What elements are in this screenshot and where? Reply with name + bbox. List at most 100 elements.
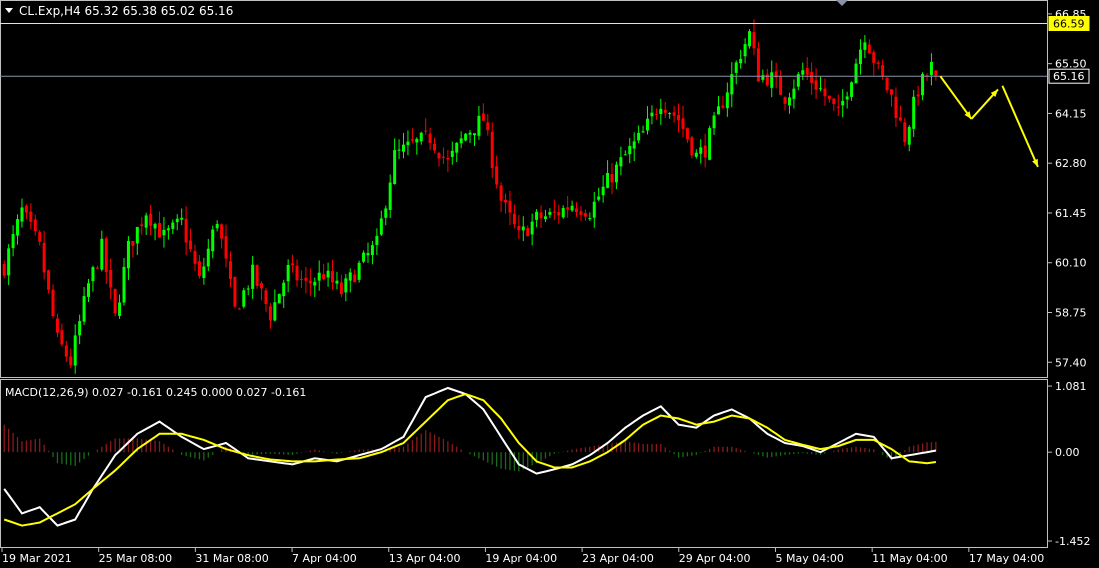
candle-bull [716, 106, 720, 115]
candle-bull [118, 302, 122, 316]
candle-bull [472, 133, 476, 136]
candle-bull [20, 207, 24, 222]
candle-bear [486, 122, 490, 131]
candle-bull [366, 253, 370, 256]
price-tick-label: 62.80 [1055, 157, 1087, 170]
candle-bull [7, 248, 11, 276]
candle-bear [504, 199, 508, 203]
candle-bull [73, 335, 77, 366]
candle-bull [637, 132, 641, 141]
candle-bear [575, 208, 579, 212]
candle-bull [641, 131, 645, 133]
candle-bull [535, 211, 539, 220]
candle-bear [331, 271, 335, 283]
candle-bear [29, 211, 33, 222]
candle-bear [55, 318, 59, 333]
candle-bull [606, 173, 610, 188]
time-tick-label: 11 May 04:00 [872, 552, 947, 565]
candle-bull [632, 141, 636, 149]
candle-bull [82, 296, 86, 322]
candle-bear [703, 145, 707, 158]
candle-bull [162, 229, 166, 236]
candle-bull [459, 138, 463, 144]
candle-bull [16, 219, 20, 236]
candle-bull [78, 321, 82, 336]
candle-bear [526, 227, 530, 237]
candle-bear [566, 207, 570, 210]
candle-bear [610, 174, 614, 183]
candle-bull [801, 70, 805, 75]
candle-bear [903, 122, 907, 143]
candle-bull [313, 281, 317, 286]
time-tick-label: 17 May 04:00 [969, 552, 1044, 565]
candle-bull [734, 62, 738, 73]
candle-bear [255, 265, 259, 286]
candle-bear [299, 279, 303, 281]
candle-bull [730, 74, 734, 95]
candle-bear [805, 68, 809, 75]
candle-bear [881, 65, 885, 76]
price-tick-label: 61.45 [1055, 207, 1087, 220]
candle-bear [42, 242, 46, 273]
candle-bull [570, 205, 574, 211]
candle-bull [743, 44, 747, 57]
candle-bull [845, 96, 849, 100]
candle-bear [517, 226, 521, 231]
candle-bear [814, 80, 818, 90]
candle-bull [370, 245, 374, 256]
candle-bear [268, 306, 272, 321]
candle-bull [623, 154, 627, 156]
candle-bear [60, 330, 64, 345]
candle-bear [827, 95, 831, 99]
candle-bull [357, 262, 361, 280]
candle-bear [583, 213, 587, 217]
time-tick-label: 31 Mar 08:00 [195, 552, 268, 565]
candle-bull [91, 267, 95, 282]
candle-bull [144, 215, 148, 228]
candle-bull [455, 142, 459, 153]
candle-bear [189, 240, 193, 250]
candle-bear [237, 308, 241, 310]
candle-bear [508, 200, 512, 213]
candle-bull [11, 234, 15, 249]
candle-bear [95, 267, 99, 269]
candle-bull [135, 227, 139, 244]
candle-bull [819, 88, 823, 90]
candle-bull [588, 218, 592, 220]
trading-chart[interactable]: 66.8565.5064.1562.8061.4560.1058.7557.40… [0, 0, 1099, 568]
candle-bear [184, 218, 188, 243]
time-tick-label: 29 Apr 04:00 [679, 552, 751, 565]
candle-bull [180, 217, 184, 220]
indicator-header: MACD(12,26,9) 0.027 -0.161 0.245 0.000 0… [5, 386, 306, 399]
candle-bear [490, 131, 494, 169]
candle-bull [921, 74, 925, 96]
time-tick-label: 13 Apr 04:00 [389, 552, 461, 565]
candle-bull [699, 147, 703, 154]
candle-bull [787, 97, 791, 106]
candle-bull [246, 288, 250, 290]
candle-bear [446, 157, 450, 160]
candle-bull [854, 63, 858, 84]
candle-bear [428, 133, 432, 143]
price-tick-label: 64.15 [1055, 107, 1087, 120]
candle-bear [104, 238, 108, 273]
candle-bull [543, 216, 547, 219]
macd-tick-label: -1.452 [1055, 535, 1090, 548]
candle-bull [397, 149, 401, 151]
candle-bull [384, 208, 388, 218]
candle-bear [752, 32, 756, 49]
macd-tick-label: 0.00 [1055, 446, 1080, 459]
candle-bull [601, 186, 605, 196]
candle-bull [273, 302, 277, 321]
candle-bear [2, 264, 6, 276]
candle-bull [251, 264, 255, 289]
time-tick-label: 7 Apr 04:00 [292, 552, 357, 565]
candle-bull [388, 182, 392, 210]
candle-bear [783, 97, 787, 104]
candle-bear [836, 106, 840, 108]
candle-bull [712, 115, 716, 129]
candle-bear [916, 94, 920, 97]
candle-bear [690, 137, 694, 156]
candle-bear [64, 345, 68, 357]
candle-bear [47, 270, 51, 290]
